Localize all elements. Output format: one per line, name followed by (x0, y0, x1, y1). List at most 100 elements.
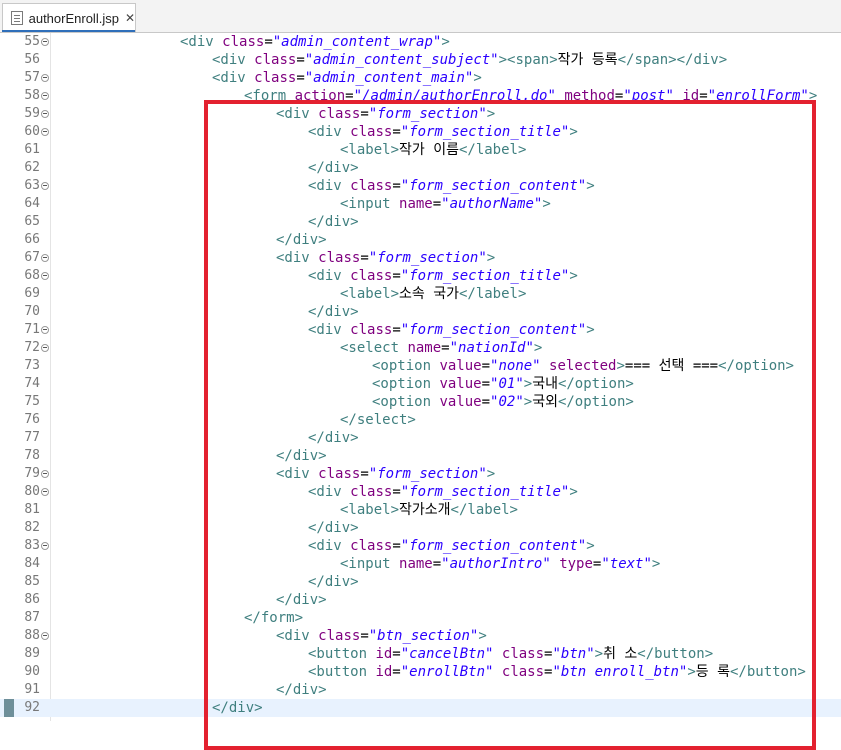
code-line[interactable]: 60 <div class="form_section_title"> (0, 123, 841, 141)
code-line[interactable]: 87 </form> (0, 609, 841, 627)
code-line[interactable]: 66 </div> (0, 231, 841, 249)
code-line[interactable]: 78 </div> (0, 447, 841, 465)
code-token-val: "cancelBtn" (400, 646, 494, 662)
code-token-attr: class (501, 664, 545, 680)
code-line[interactable]: 75 <option value="02">국외</option> (0, 393, 841, 411)
code-line[interactable]: 89 <button id="cancelBtn" class="btn">취 소… (0, 645, 841, 663)
code-token-tag: > (586, 322, 595, 338)
code-line[interactable]: 91 </div> (0, 681, 841, 699)
fold-toggle-icon[interactable] (41, 632, 49, 640)
code-text: <div class="admin_content_main"> (212, 69, 482, 87)
code-line[interactable]: 67 <div class="form_section"> (0, 249, 841, 267)
code-token-tag: <div (276, 250, 319, 266)
fold-toggle-icon[interactable] (41, 182, 49, 190)
code-line[interactable]: 88 <div class="btn_section"> (0, 627, 841, 645)
line-number: 79 (24, 466, 40, 481)
code-token-tag: <button (308, 646, 376, 662)
code-line[interactable]: 79 <div class="form_section"> (0, 465, 841, 483)
code-token-text: = (392, 538, 401, 554)
code-token-tag: </div> (276, 232, 327, 248)
code-line[interactable]: 61 <label>작가 이름</label> (0, 141, 841, 159)
code-line[interactable]: 85 </div> (0, 573, 841, 591)
fold-toggle-icon[interactable] (41, 92, 49, 100)
fold-toggle-icon[interactable] (41, 254, 49, 262)
code-line[interactable]: 70 </div> (0, 303, 841, 321)
fold-toggle-icon[interactable] (41, 470, 49, 478)
code-token-text: 취 소 (603, 646, 638, 662)
code-line[interactable]: 76 </select> (0, 411, 841, 429)
code-token-tag: <option (372, 358, 440, 374)
code-token-tag: <option (372, 376, 440, 392)
code-token-val: "/admin/authorEnroll.do" (353, 88, 556, 104)
code-token-attr: class (350, 322, 393, 338)
code-token-tag: <div (180, 34, 223, 50)
line-number: 62 (24, 160, 40, 175)
code-token-tag: <label> (340, 502, 400, 518)
code-line[interactable]: 90 <button id="enrollBtn" class="btn enro… (0, 663, 841, 681)
code-token-val: "form_section" (368, 106, 487, 122)
code-line[interactable]: 65 </div> (0, 213, 841, 231)
close-tab-icon[interactable]: ✕ (125, 11, 135, 25)
code-line[interactable]: 64 <input name="authorName"> (0, 195, 841, 213)
code-token-tag: > (616, 358, 625, 374)
code-line[interactable]: 55 <div class="admin_content_wrap"> (0, 33, 841, 51)
code-token-tag: ><span> (498, 52, 558, 68)
code-line[interactable]: 84 <input name="authorIntro" type="text"> (0, 555, 841, 573)
code-token-attr: class (350, 538, 393, 554)
code-text: <button id="enrollBtn" class="btn enroll… (308, 663, 806, 681)
code-line[interactable]: 68 <div class="form_section_title"> (0, 267, 841, 285)
code-text: <div class="form_section"> (276, 105, 495, 123)
code-token-tag: <label> (340, 286, 400, 302)
code-line[interactable]: 63 <div class="form_section_content"> (0, 177, 841, 195)
code-line[interactable]: 73 <option value="none" selected>=== 선택 =… (0, 357, 841, 375)
line-number: 78 (24, 448, 40, 463)
editor-tab-bar: authorEnroll.jsp ✕ (0, 0, 841, 33)
code-line[interactable]: 56 <div class="admin_content_subject"><sp… (0, 51, 841, 69)
code-line[interactable]: 62 </div> (0, 159, 841, 177)
code-text: <div class="form_section"> (276, 465, 495, 483)
code-text: </div> (308, 213, 359, 231)
fold-toggle-icon[interactable] (41, 344, 49, 352)
code-line[interactable]: 57 <div class="admin_content_main"> (0, 69, 841, 87)
code-text: <div class="form_section_content"> (308, 321, 595, 339)
fold-toggle-icon[interactable] (41, 110, 49, 118)
code-token-tag: <div (308, 178, 351, 194)
code-token-tag: <input (340, 556, 400, 572)
code-line[interactable]: 92 </div> (0, 699, 841, 717)
code-token-tag: </div> (308, 574, 359, 590)
code-line[interactable]: 83 <div class="form_section_content"> (0, 537, 841, 555)
fold-toggle-icon[interactable] (41, 128, 49, 136)
code-line[interactable]: 77 </div> (0, 429, 841, 447)
fold-toggle-icon[interactable] (41, 74, 49, 82)
line-number: 64 (24, 196, 40, 211)
code-token-tag: </div> (308, 304, 359, 320)
code-token-tag: </div> (308, 214, 359, 230)
code-line[interactable]: 72 <select name="nationId"> (0, 339, 841, 357)
code-token-tag: </div> (308, 430, 359, 446)
code-token-text: === 선택 === (624, 358, 719, 374)
code-token-text: = (392, 484, 401, 500)
fold-toggle-icon[interactable] (41, 488, 49, 496)
code-line[interactable]: 59 <div class="form_section"> (0, 105, 841, 123)
code-token-tag: > (523, 376, 533, 392)
fold-toggle-icon[interactable] (41, 542, 49, 550)
code-token-text: = (360, 628, 369, 644)
fold-toggle-icon[interactable] (41, 272, 49, 280)
tab-authorenroll-jsp[interactable]: authorEnroll.jsp ✕ (2, 3, 136, 32)
code-line[interactable]: 80 <div class="form_section_title"> (0, 483, 841, 501)
code-line[interactable]: 69 <label>소속 국가</label> (0, 285, 841, 303)
code-line[interactable]: 71 <div class="form_section_content"> (0, 321, 841, 339)
code-line[interactable]: 86 </div> (0, 591, 841, 609)
code-token-tag: <div (276, 466, 319, 482)
code-token-val: "admin_content_wrap" (272, 34, 442, 50)
code-token-tag: <label> (340, 142, 400, 158)
code-token-val: "form_section_title" (400, 268, 570, 284)
code-line[interactable]: 81 <label>작가소개</label> (0, 501, 841, 519)
code-line[interactable]: 74 <option value="01">국내</option> (0, 375, 841, 393)
code-line[interactable]: 58 <form action="/admin/authorEnroll.do" … (0, 87, 841, 105)
fold-toggle-icon[interactable] (41, 326, 49, 334)
fold-toggle-icon[interactable] (41, 38, 49, 46)
line-number: 67 (24, 250, 40, 265)
code-editor[interactable]: 55 <div class="admin_content_wrap"> 56 <div… (0, 33, 841, 750)
code-line[interactable]: 82 </div> (0, 519, 841, 537)
